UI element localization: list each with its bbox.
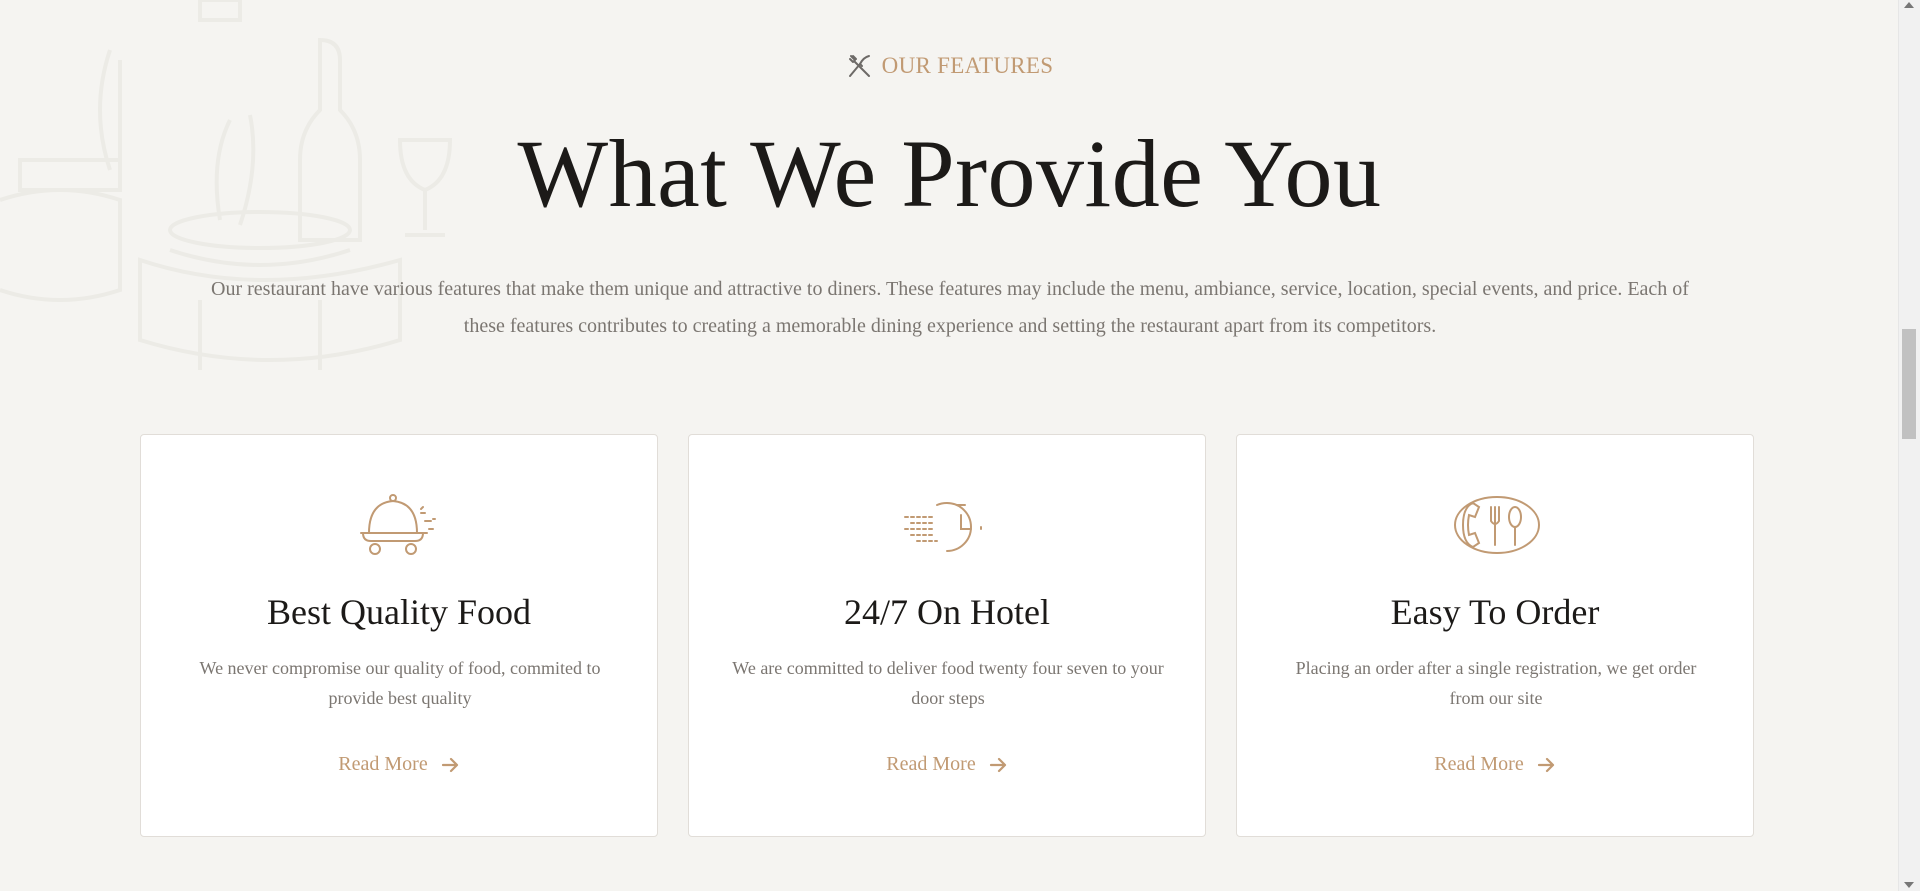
card-description: We never compromise our quality of food,… [199,658,601,708]
feature-card-24-7: 24/7 On Hotel We are committed to delive… [688,434,1206,837]
read-more-label: Read More [1434,753,1524,775]
section-tag: OUR FEATURES [0,52,1899,80]
fork-knife-icon [848,55,870,77]
vertical-scrollbar[interactable] [1898,0,1920,891]
feature-cards: Best Quality Food We never compromise ou… [140,434,1760,837]
clock-delivery-icon [904,501,982,552]
scroll-up-arrow-icon[interactable] [1904,2,1914,8]
read-more-label: Read More [338,753,428,775]
feature-card-quality: Best Quality Food We never compromise ou… [140,434,658,837]
read-more-link[interactable]: Read More [1237,753,1753,776]
read-more-label: Read More [886,753,976,775]
card-title: 24/7 On Hotel [844,592,1050,632]
card-title: Easy To Order [1390,592,1600,632]
read-more-link[interactable]: Read More [689,753,1205,776]
phone-order-icon [1454,496,1540,554]
section-intro: Our restaurant have various features tha… [211,278,1689,337]
arrow-right-icon [441,757,458,772]
read-more-link[interactable]: Read More [141,753,657,776]
card-title: Best Quality Food [266,592,531,632]
feature-card-easy-order: Easy To Order Placing an order after a s… [1236,434,1754,837]
features-section: OUR FEATURES What We Provide You Our res… [0,0,1920,891]
arrow-right-icon [989,757,1006,772]
card-description: Placing an order after a single registra… [1295,658,1697,708]
arrow-right-icon [1537,757,1554,772]
scroll-down-arrow-icon[interactable] [1904,882,1914,888]
card-description: We are committed to deliver food twenty … [732,658,1164,708]
page-title: What We Provide You [517,120,1382,227]
scrollbar-thumb[interactable] [1902,329,1916,439]
section-tag-label: OUR FEATURES [881,53,1054,78]
food-cloche-icon [360,494,436,555]
